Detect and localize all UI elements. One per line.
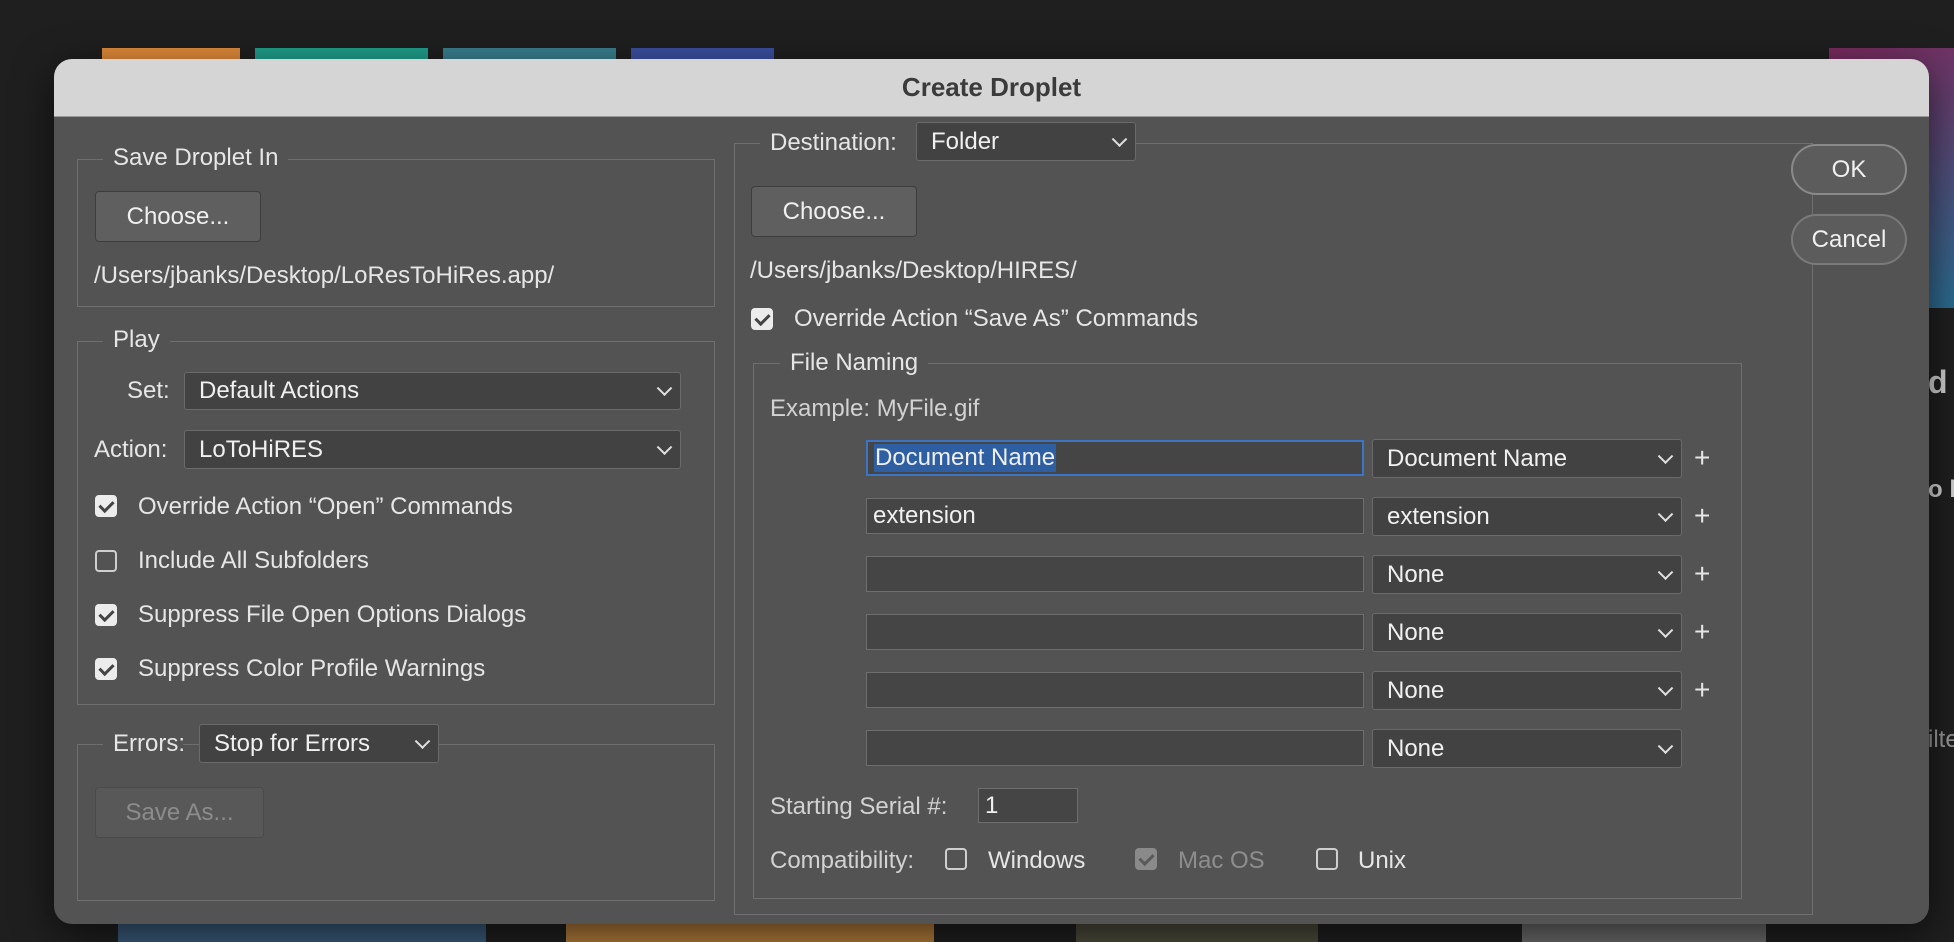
suppress-open-options-checkbox[interactable] [95,604,117,626]
errors-select[interactable]: Stop for Errors [199,724,439,763]
background-thumbnail [566,924,934,942]
chevron-down-icon [1657,563,1674,580]
file-naming-field-2[interactable]: extension [866,498,1364,534]
chevron-down-icon [1657,505,1674,522]
override-open-checkbox[interactable] [95,495,117,517]
override-save-as-label: Override Action “Save As” Commands [794,305,1199,332]
set-select[interactable]: Default Actions [184,372,681,410]
unix-checkbox[interactable] [1316,848,1338,870]
suppress-color-profile-label: Suppress Color Profile Warnings [138,655,486,682]
file-naming-select-2-value: extension [1387,502,1490,530]
add-row-button[interactable]: + [1694,674,1710,706]
background-text: o l [1928,476,1954,503]
include-subfolders-label: Include All Subfolders [138,547,369,574]
destination-select-value: Folder [931,127,1000,155]
save-droplet-choose-button[interactable]: Choose... [95,191,261,242]
file-naming-select-5[interactable]: None [1372,671,1682,710]
file-naming-field-5[interactable] [866,672,1364,708]
create-droplet-dialog: Create Droplet Save Droplet In Choose...… [54,59,1929,924]
destination-select[interactable]: Folder [916,122,1136,161]
play-legend: Play [103,326,170,354]
add-row-button[interactable]: + [1694,558,1710,590]
background-thumbnail [1076,924,1318,942]
file-naming-field-3[interactable] [866,556,1364,592]
file-naming-field-1-text: Document Name [874,444,1057,472]
ok-button[interactable]: OK [1791,144,1907,195]
chevron-down-icon [1657,621,1674,638]
file-naming-select-4-value: None [1387,618,1445,646]
background-text: d [1928,364,1948,400]
file-naming-example: Example: MyFile.gif [770,395,980,422]
save-droplet-in-legend: Save Droplet In [103,144,289,172]
chevron-down-icon [656,380,673,397]
file-naming-field-1[interactable]: Document Name [866,440,1364,476]
file-naming-select-4[interactable]: None [1372,613,1682,652]
windows-checkbox[interactable] [945,848,967,870]
set-select-value: Default Actions [199,377,360,404]
add-row-button[interactable]: + [1694,616,1710,648]
override-open-label: Override Action “Open” Commands [138,493,513,520]
save-as-button[interactable]: Save As... [95,787,264,838]
include-subfolders-checkbox[interactable] [95,550,117,572]
starting-serial-label: Starting Serial #: [770,793,948,820]
errors-select-value: Stop for Errors [214,729,371,757]
file-naming-select-5-value: None [1387,676,1445,704]
set-label: Set: [127,377,170,404]
destination-choose-button[interactable]: Choose... [751,186,917,237]
destination-path: /Users/jbanks/Desktop/HIRES/ [750,257,1077,284]
add-row-button[interactable]: + [1694,500,1710,532]
background-text: ilte [1928,726,1954,753]
chevron-down-icon [1657,679,1674,696]
errors-label: Errors: [103,730,185,758]
file-naming-legend: File Naming [780,349,929,377]
mac-os-checkbox [1135,848,1157,870]
background-thumbnail [118,924,486,942]
file-naming-select-3[interactable]: None [1372,555,1682,594]
add-row-button[interactable]: + [1694,442,1710,474]
override-save-as-checkbox[interactable] [751,308,773,330]
suppress-open-options-label: Suppress File Open Options Dialogs [138,601,527,628]
starting-serial-input[interactable]: 1 [978,788,1078,823]
save-droplet-path: /Users/jbanks/Desktop/LoResToHiRes.app/ [94,262,555,289]
file-naming-select-6[interactable]: None [1372,729,1682,768]
compatibility-label: Compatibility: [770,847,915,874]
windows-label: Windows [988,847,1086,874]
file-naming-select-6-value: None [1387,734,1445,762]
chevron-down-icon [1657,447,1674,464]
action-label: Action: [94,436,168,463]
file-naming-field-4[interactable] [866,614,1364,650]
unix-label: Unix [1358,847,1407,874]
background-thumbnail [1522,924,1766,942]
action-select[interactable]: LoToHiRES [184,430,681,469]
chevron-down-icon [414,732,431,749]
chevron-down-icon [1657,737,1674,754]
file-naming-select-2[interactable]: extension [1372,497,1682,536]
mac-os-label: Mac OS [1178,847,1265,874]
suppress-color-profile-checkbox[interactable] [95,658,117,680]
file-naming-select-1[interactable]: Document Name [1372,439,1682,478]
chevron-down-icon [1111,130,1128,147]
cancel-button[interactable]: Cancel [1791,214,1907,265]
file-naming-select-3-value: None [1387,560,1445,588]
file-naming-select-1-value: Document Name [1387,444,1568,472]
chevron-down-icon [656,438,673,455]
dialog-title: Create Droplet [54,59,1929,117]
action-select-value: LoToHiRES [199,435,324,463]
file-naming-field-6[interactable] [866,730,1364,766]
